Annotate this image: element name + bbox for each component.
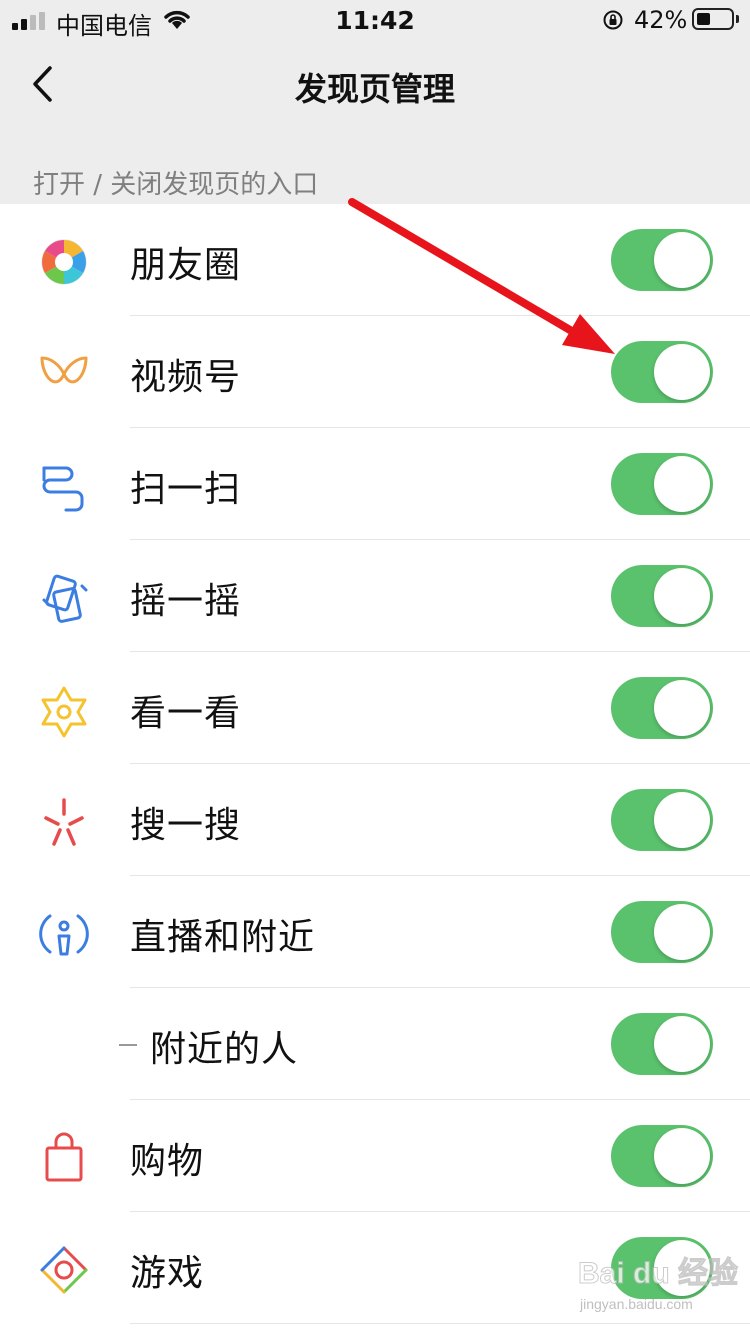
page-title: 发现页管理 (294, 70, 455, 108)
list-item-shake: 摇一摇 (0, 540, 750, 652)
navigation-bar: 发现页管理 (0, 40, 750, 130)
sub-item-dash (119, 1044, 137, 1046)
row-label: 看一看 (130, 693, 242, 734)
row-label: 搜一搜 (130, 805, 242, 846)
toggle-knob (654, 792, 710, 848)
status-bar: 中国电信 11:42 42% (0, 0, 750, 40)
list-item-live-nearby: 直播和附近 (0, 876, 750, 988)
list-item-search: 搜一搜 (0, 764, 750, 876)
row-label: 扫一扫 (130, 469, 242, 510)
toggle-knob (654, 232, 710, 288)
row-label: 朋友圈 (130, 245, 242, 286)
battery-level-fill (697, 13, 710, 25)
games-icon (40, 1246, 88, 1294)
toggle-switch[interactable] (611, 229, 713, 291)
toggle-switch[interactable] (611, 1125, 713, 1187)
toggle-knob (654, 344, 710, 400)
channels-icon (40, 356, 88, 384)
shopping-bag-icon (45, 1132, 83, 1182)
toggle-knob (654, 904, 710, 960)
watermark-url: jingyan.baidu.com (580, 1296, 693, 1312)
discover-entries-list: 朋友圈 视频号 扫一扫 摇一摇 看一看 搜一搜 直播和附近 附近的人 购物 游戏 (0, 204, 750, 1334)
toggle-switch[interactable] (611, 901, 713, 963)
battery-icon (692, 8, 734, 30)
list-item-top-stories: 看一看 (0, 652, 750, 764)
moments-icon (41, 239, 87, 285)
row-label: 购物 (130, 1141, 205, 1182)
toggle-switch[interactable] (611, 789, 713, 851)
toggle-switch[interactable] (611, 341, 713, 403)
shake-icon (42, 574, 88, 623)
list-item-people-nearby: 附近的人 (0, 988, 750, 1100)
toggle-switch[interactable] (611, 453, 713, 515)
baidu-jingyan-watermark: Bai du 经验 jingyan.baidu.com (578, 1248, 739, 1328)
orientation-lock-icon (603, 10, 623, 30)
top-stories-icon (41, 686, 87, 738)
row-label: 游戏 (130, 1253, 205, 1294)
toggle-knob (654, 568, 710, 624)
battery-tip (736, 15, 739, 23)
section-header: 打开 / 关闭发现页的入口 (33, 170, 319, 200)
row-label: 直播和附近 (130, 917, 316, 958)
toggle-switch[interactable] (611, 677, 713, 739)
toggle-knob (654, 1016, 710, 1072)
row-label: 摇一摇 (130, 581, 242, 622)
list-item-scan: 扫一扫 (0, 428, 750, 540)
scan-icon (42, 466, 84, 512)
list-item-shopping: 购物 (0, 1100, 750, 1212)
toggle-knob (654, 1128, 710, 1184)
live-nearby-icon (39, 914, 89, 956)
toggle-knob (654, 456, 710, 512)
toggle-switch[interactable] (611, 565, 713, 627)
list-item-moments: 朋友圈 (0, 204, 750, 316)
search-icon (44, 798, 84, 846)
toggle-switch[interactable] (611, 1013, 713, 1075)
battery-percentage: 42% (634, 6, 688, 34)
list-item-channels: 视频号 (0, 316, 750, 428)
row-label: 视频号 (130, 357, 242, 398)
toggle-knob (654, 680, 710, 736)
row-label: 附近的人 (150, 1029, 299, 1070)
watermark-logo: Bai du 经验 (578, 1257, 739, 1291)
